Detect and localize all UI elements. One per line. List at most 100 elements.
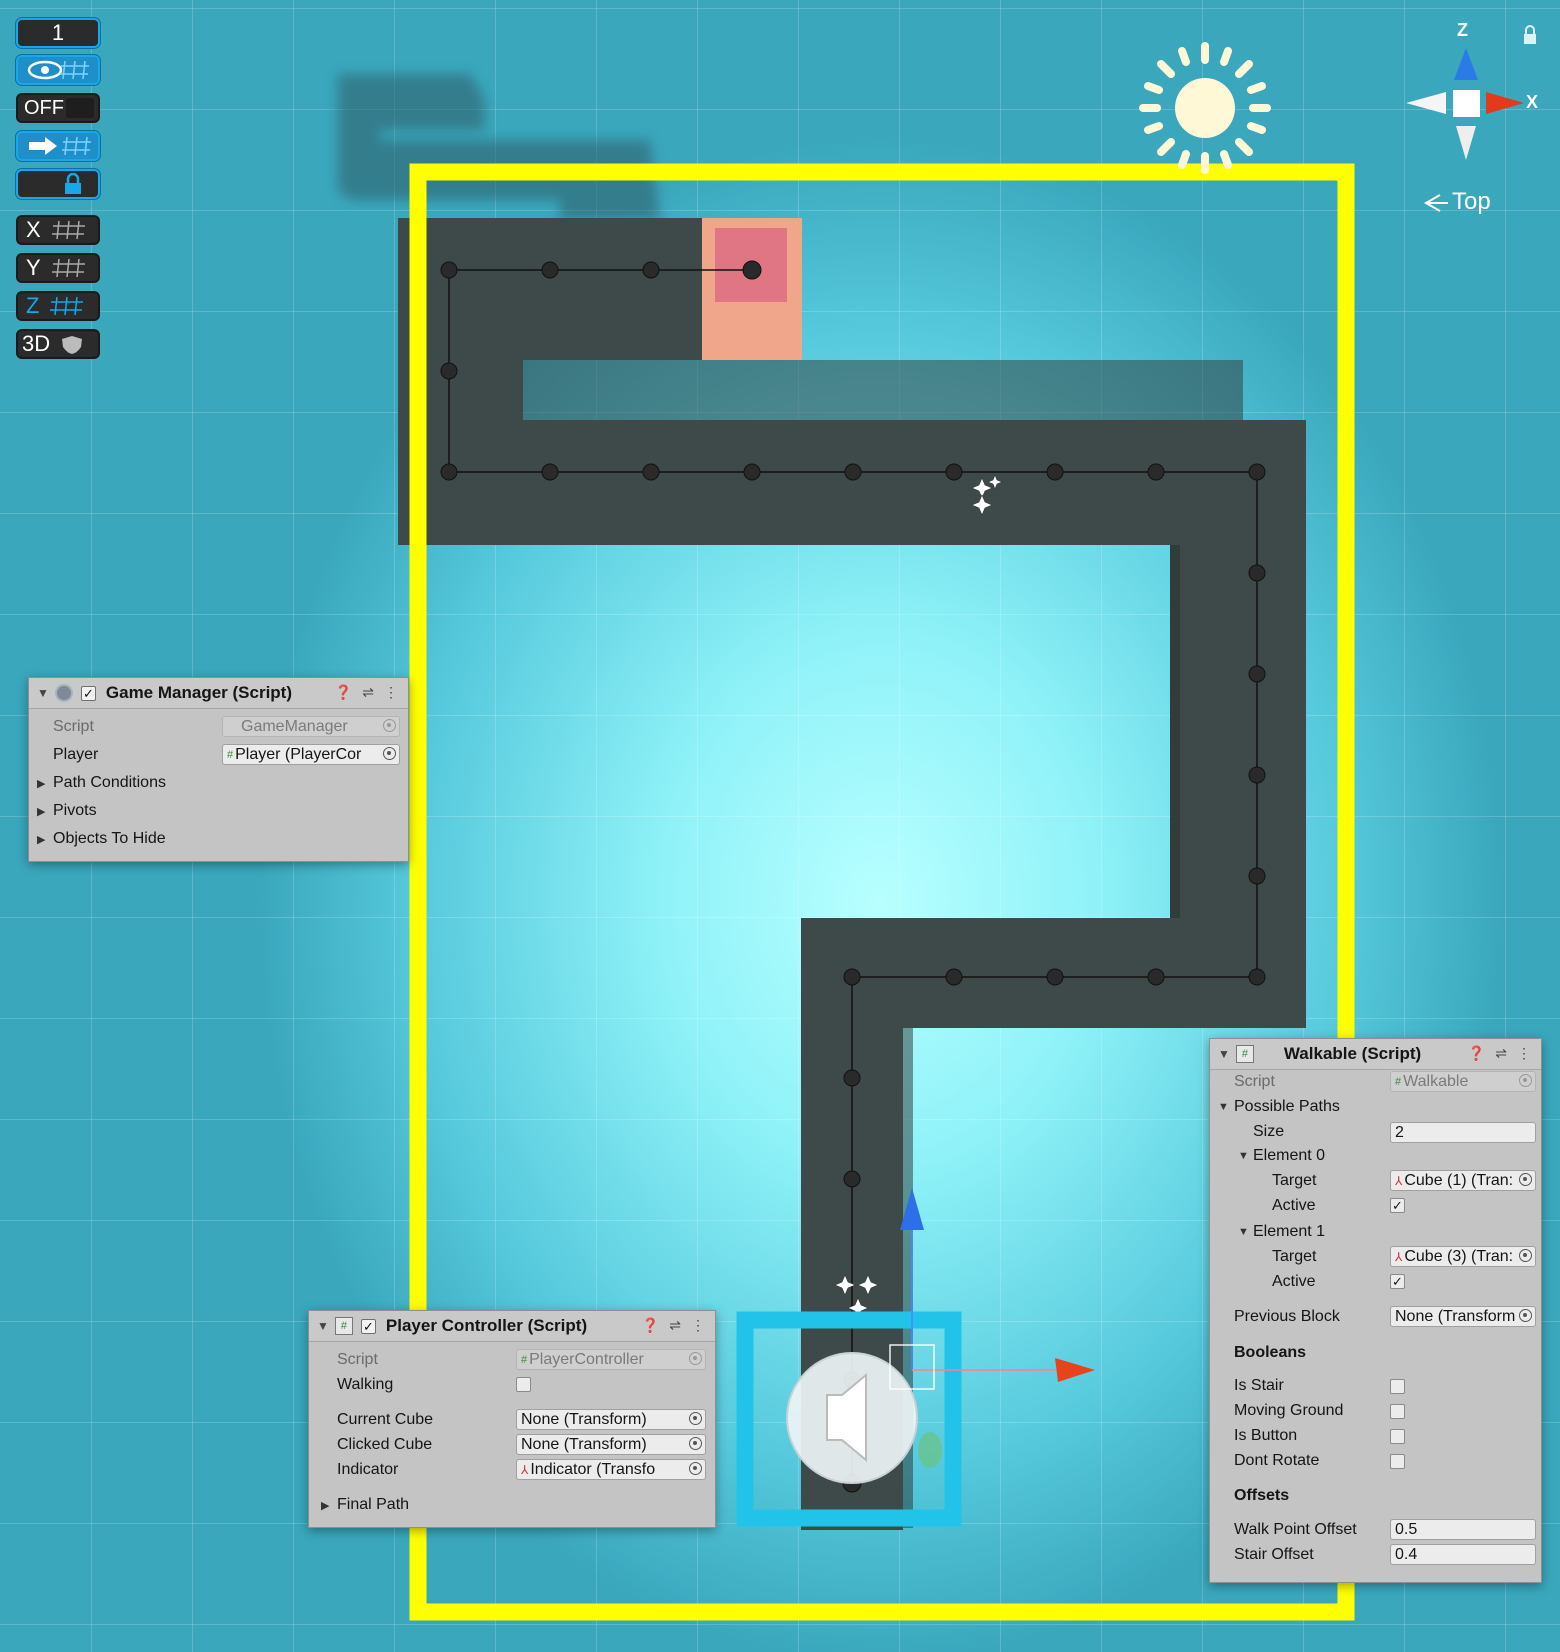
walkable-header[interactable]: ▼ # Walkable (Script) ❓ ⇌ ⋮ bbox=[1210, 1039, 1541, 1070]
object-picker-icon[interactable] bbox=[689, 1462, 702, 1475]
z-grid-button[interactable]: Z bbox=[16, 291, 100, 321]
more-icon[interactable]: ⋮ bbox=[1517, 1045, 1531, 1062]
element1-active-label: Active bbox=[1272, 1273, 1316, 1290]
player-controller-header[interactable]: ▼ # ✓ Player Controller (Script) ❓ ⇌ ⋮ bbox=[309, 1311, 715, 1342]
pivots-foldout[interactable]: Pivots bbox=[53, 802, 97, 820]
object-picker-icon[interactable] bbox=[1519, 1249, 1532, 1262]
preset-icon[interactable]: ⇌ bbox=[1495, 1045, 1507, 1062]
player-field[interactable]: # Player (PlayerCor bbox=[222, 744, 400, 765]
collapse-arrow-icon[interactable]: ▼ bbox=[1218, 1101, 1229, 1113]
script-field: GameManager bbox=[222, 716, 400, 737]
collapse-arrow-icon[interactable]: ▼ bbox=[1218, 1047, 1230, 1061]
element0-foldout[interactable]: Element 0 bbox=[1253, 1147, 1325, 1165]
help-icon[interactable]: ❓ bbox=[1468, 1045, 1485, 1062]
walk-point-offset-label: Walk Point Offset bbox=[1234, 1521, 1357, 1538]
help-icon[interactable]: ❓ bbox=[335, 684, 352, 701]
snap-off-toggle[interactable]: OFF bbox=[16, 93, 100, 123]
background-shadow bbox=[338, 74, 660, 220]
element1-target-label: Target bbox=[1272, 1248, 1317, 1265]
player-label: Player bbox=[53, 746, 99, 763]
game-manager-panel: ▼ ✓ Game Manager (Script) ❓ ⇌ ⋮ Script Gam… bbox=[28, 677, 409, 862]
y-grid-label: Y bbox=[26, 255, 41, 280]
expand-arrow-icon[interactable]: ▶ bbox=[37, 805, 45, 818]
script-hash-icon: # bbox=[1395, 1075, 1402, 1088]
possible-paths-foldout[interactable]: Possible Paths bbox=[1234, 1098, 1340, 1116]
script-label: Script bbox=[337, 1351, 378, 1368]
settings-gear-icon bbox=[54, 684, 73, 702]
object-picker-icon[interactable] bbox=[689, 1412, 702, 1425]
size-input[interactable]: 2 bbox=[1390, 1122, 1536, 1143]
game-manager-header[interactable]: ▼ ✓ Game Manager (Script) ❓ ⇌ ⋮ bbox=[29, 678, 408, 709]
element0-active-checkbox[interactable]: ✓ bbox=[1390, 1198, 1405, 1213]
walk-point-offset-input[interactable]: 0.5 bbox=[1390, 1519, 1536, 1540]
moving-ground-checkbox[interactable] bbox=[1390, 1404, 1405, 1419]
collapse-arrow-icon[interactable]: ▼ bbox=[37, 686, 49, 700]
script-icon: # bbox=[1235, 1045, 1254, 1063]
element0-target-field[interactable]: ⅄ Cube (1) (Tran: bbox=[1390, 1170, 1536, 1191]
element1-active-checkbox[interactable]: ✓ bbox=[1390, 1274, 1405, 1289]
lock-icon[interactable] bbox=[1520, 26, 1540, 46]
enabled-checkbox[interactable]: ✓ bbox=[80, 685, 96, 701]
object-picker-icon[interactable] bbox=[1519, 1173, 1532, 1186]
object-picker-icon[interactable] bbox=[1519, 1309, 1532, 1322]
view-3d-button[interactable]: 3D bbox=[16, 329, 100, 359]
y-grid-button[interactable]: Y bbox=[16, 253, 100, 283]
player-sphere bbox=[786, 1352, 942, 1484]
object-picker-icon[interactable] bbox=[383, 747, 396, 760]
current-cube-field[interactable]: None (Transform) bbox=[516, 1409, 706, 1430]
enabled-checkbox[interactable]: ✓ bbox=[360, 1318, 376, 1334]
preset-icon[interactable]: ⇌ bbox=[669, 1317, 681, 1334]
transform-icon: ⅄ bbox=[1395, 1173, 1403, 1188]
player-controller-panel: ▼ # ✓ Player Controller (Script) ❓ ⇌ ⋮ Scr… bbox=[308, 1310, 716, 1528]
indicator-field[interactable]: ⅄ Indicator (Transfo bbox=[516, 1459, 706, 1480]
size-value: 2 bbox=[1395, 1123, 1404, 1141]
move-snap-button[interactable] bbox=[16, 131, 100, 161]
collapse-arrow-icon[interactable]: ▼ bbox=[317, 1319, 329, 1333]
collapse-arrow-icon[interactable]: ▼ bbox=[1238, 1226, 1249, 1238]
sun-icon bbox=[1139, 42, 1271, 174]
is-stair-checkbox[interactable] bbox=[1390, 1379, 1405, 1394]
grid-icon bbox=[51, 258, 85, 278]
gizmo-view-label[interactable]: Top bbox=[1452, 188, 1491, 216]
object-picker-icon[interactable] bbox=[689, 1437, 702, 1450]
current-cube-label: Current Cube bbox=[337, 1411, 434, 1428]
path-conditions-foldout[interactable]: Path Conditions bbox=[53, 774, 166, 792]
final-path-foldout[interactable]: Final Path bbox=[337, 1496, 409, 1514]
more-icon[interactable]: ⋮ bbox=[384, 684, 398, 701]
clicked-cube-field[interactable]: None (Transform) bbox=[516, 1434, 706, 1455]
objects-to-hide-foldout[interactable]: Objects To Hide bbox=[53, 830, 166, 848]
dont-rotate-label: Dont Rotate bbox=[1234, 1452, 1320, 1469]
visibility-grid-button[interactable] bbox=[16, 55, 100, 85]
previous-block-field[interactable]: None (Transform bbox=[1390, 1306, 1536, 1327]
object-picker-icon bbox=[1519, 1074, 1532, 1087]
is-button-checkbox[interactable] bbox=[1390, 1429, 1405, 1444]
collapse-arrow-icon[interactable]: ▼ bbox=[1238, 1150, 1249, 1162]
toggle-knob bbox=[66, 98, 94, 118]
move-gizmo bbox=[889, 1188, 1095, 1390]
script-label: Script bbox=[1234, 1073, 1275, 1090]
dont-rotate-checkbox[interactable] bbox=[1390, 1454, 1405, 1469]
script-field: # PlayerController bbox=[516, 1349, 706, 1370]
expand-arrow-icon[interactable]: ▶ bbox=[321, 1499, 329, 1512]
element1-target-field[interactable]: ⅄ Cube (3) (Tran: bbox=[1390, 1246, 1536, 1267]
walking-checkbox[interactable] bbox=[516, 1377, 531, 1392]
preset-icon[interactable]: ⇌ bbox=[362, 684, 374, 701]
element1-foldout[interactable]: Element 1 bbox=[1253, 1223, 1325, 1241]
stair-offset-label: Stair Offset bbox=[1234, 1546, 1314, 1563]
moving-ground-label: Moving Ground bbox=[1234, 1402, 1344, 1419]
gizmo-z-label: Z bbox=[1457, 20, 1468, 40]
stair-offset-input[interactable]: 0.4 bbox=[1390, 1544, 1536, 1565]
more-icon[interactable]: ⋮ bbox=[691, 1317, 705, 1334]
lock-toggle-button[interactable] bbox=[16, 169, 100, 199]
view-3d-label: 3D bbox=[22, 331, 51, 356]
x-grid-button[interactable]: X bbox=[16, 215, 100, 245]
walkable-title: Walkable (Script) bbox=[1283, 1044, 1422, 1063]
script-value: PlayerController bbox=[529, 1350, 644, 1368]
script-value: Walkable bbox=[1403, 1072, 1469, 1090]
orientation-gizmo bbox=[1406, 25, 1536, 212]
layer-number-button[interactable]: 1 bbox=[16, 18, 100, 48]
expand-arrow-icon[interactable]: ▶ bbox=[37, 833, 45, 846]
help-icon[interactable]: ❓ bbox=[642, 1317, 659, 1334]
expand-arrow-icon[interactable]: ▶ bbox=[37, 777, 45, 790]
clicked-cube-value: None (Transform) bbox=[521, 1435, 647, 1453]
